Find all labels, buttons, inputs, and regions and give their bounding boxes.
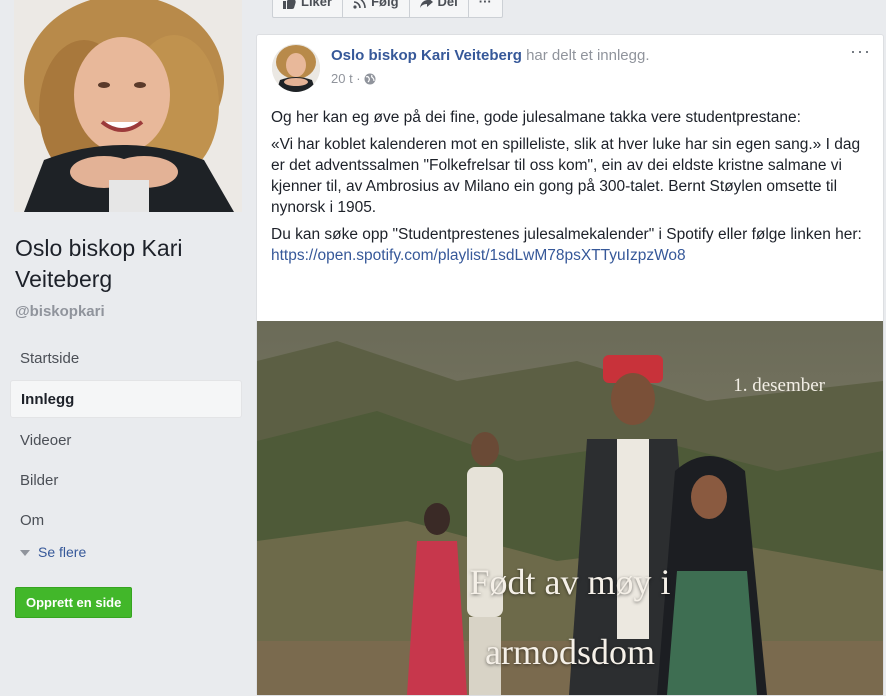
page-username: @biskopkari	[15, 303, 105, 320]
link-intro-text: Du kan søke opp "Studentprestenes julesa…	[271, 226, 862, 243]
thumbs-up-icon	[283, 0, 296, 9]
page-action-bar: Liker Følg Del ···	[272, 0, 503, 18]
profile-photo	[14, 0, 242, 212]
spotify-link[interactable]: https://open.spotify.com/playlist/1sdLwM…	[271, 247, 686, 264]
like-label: Liker	[301, 0, 333, 9]
see-more-link[interactable]: Se flere	[20, 544, 86, 560]
see-more-label: Se flere	[38, 544, 87, 560]
nav-item-innlegg[interactable]: Innlegg	[10, 380, 242, 418]
page-nav: Startside Innlegg Videoer Bilder Om	[10, 340, 242, 542]
nav-item-bilder[interactable]: Bilder	[10, 462, 242, 498]
caret-down-icon	[20, 550, 30, 557]
image-title-line2: armodsdom	[485, 632, 655, 672]
post-author-name[interactable]: Oslo biskop Kari Veiteberg	[331, 47, 522, 64]
share-label: Del	[437, 0, 458, 9]
create-page-button[interactable]: Opprett en side	[15, 587, 133, 618]
follow-label: Følg	[371, 0, 399, 9]
share-arrow-icon	[419, 0, 433, 8]
post-paragraph-link: Du kan søke opp "Studentprestenes julesa…	[271, 224, 871, 266]
nav-item-startside[interactable]: Startside	[10, 340, 242, 376]
image-title-line1: Født av møy i	[469, 562, 671, 602]
post-body: Og her kan eg øve på dei fine, gode jule…	[271, 107, 871, 272]
rss-icon	[353, 0, 366, 9]
post-card: Oslo biskop Kari Veiteberg har delt et i…	[256, 34, 884, 696]
post-paragraph: Og her kan eg øve på dei fine, gode jule…	[271, 109, 801, 126]
post-options-icon[interactable]: ···	[850, 41, 871, 62]
nav-item-om[interactable]: Om	[10, 502, 242, 538]
post-author-avatar[interactable]	[272, 44, 320, 92]
share-button[interactable]: Del	[408, 0, 469, 18]
more-actions-button[interactable]: ···	[467, 0, 503, 18]
like-button[interactable]: Liker	[272, 0, 344, 18]
nav-item-videoer[interactable]: Videoer	[10, 422, 242, 458]
page-name[interactable]: Oslo biskop Kari Veiteberg	[15, 233, 245, 295]
image-date-text: 1. desember	[733, 375, 825, 396]
avatar-image	[272, 44, 320, 92]
profile-picture[interactable]	[14, 0, 242, 212]
post-paragraph: «Vi har koblet kalenderen mot en spillel…	[271, 136, 861, 216]
post-header: Oslo biskop Kari Veiteberg har delt et i…	[331, 47, 650, 64]
post-timestamp[interactable]: 20 t ·	[331, 71, 361, 86]
post-meta: 20 t ·	[331, 71, 376, 86]
left-sidebar: Oslo biskop Kari Veiteberg @biskopkari S…	[0, 0, 256, 680]
post-image[interactable]: 1. desember Født av møy i armodsdom	[257, 321, 883, 695]
follow-button[interactable]: Følg	[342, 0, 410, 18]
globe-icon	[364, 73, 376, 84]
post-action-text: har delt et innlegg.	[521, 47, 650, 64]
